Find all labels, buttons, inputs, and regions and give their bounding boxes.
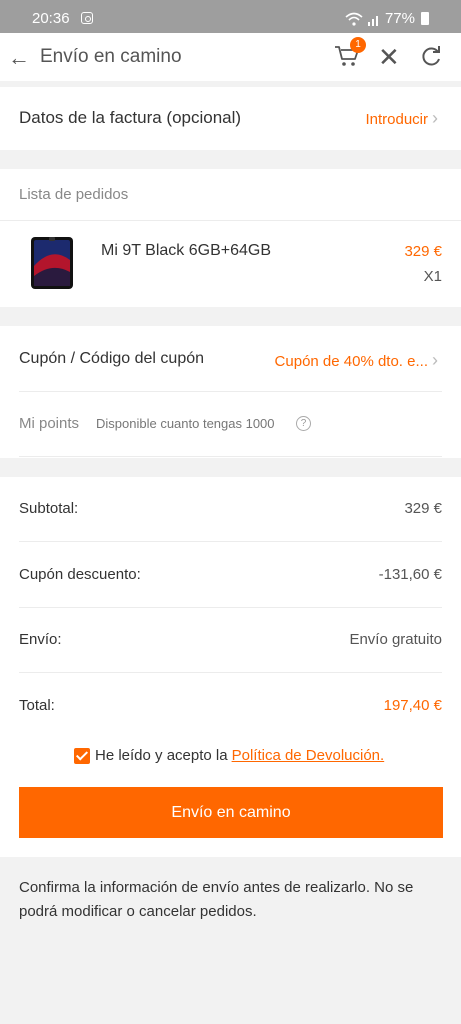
- wifi-icon: [345, 12, 363, 26]
- back-arrow-icon[interactable]: ←: [8, 45, 30, 71]
- product-quantity: X1: [423, 268, 442, 285]
- coupon-label: Cupón / Código del cupón: [19, 350, 205, 367]
- refresh-icon[interactable]: [420, 46, 442, 68]
- signal-icon: [367, 15, 378, 26]
- status-bar: 20:36 77%: [0, 0, 461, 33]
- chevron-right-icon: ›: [432, 108, 438, 128]
- mi-points-info: Disponible cuanto tengas 1000: [96, 416, 275, 431]
- summary-label: Total:: [19, 697, 55, 714]
- battery-percent: 77%: [384, 10, 415, 27]
- invoice-section[interactable]: Datos de la factura (opcional) Introduci…: [0, 87, 461, 150]
- divider: [0, 220, 461, 221]
- summary-value: 329 €: [404, 500, 442, 517]
- agree-row: He leído y acepto la Política de Devoluc…: [74, 747, 384, 764]
- summary-value: Envío gratuito: [349, 631, 442, 648]
- coupon-value: Cupón de 40% dto. e...: [274, 353, 428, 370]
- coupon-selector[interactable]: Cupón de 40% dto. e... ›: [275, 350, 438, 371]
- agree-text: He leído y acepto la: [95, 747, 228, 764]
- checkbox-checked-icon[interactable]: [74, 747, 90, 764]
- invoice-enter-link[interactable]: Introducir ›: [365, 108, 438, 129]
- battery-icon: [421, 12, 429, 25]
- instagram-icon: [81, 12, 93, 24]
- status-icons: 77%: [345, 10, 429, 27]
- product-image: [31, 237, 73, 289]
- order-list-heading: Lista de pedidos: [19, 186, 129, 203]
- divider: [19, 541, 442, 542]
- submit-order-button[interactable]: Envío en camino: [19, 787, 443, 838]
- help-icon[interactable]: ?: [296, 416, 311, 431]
- summary-label: Envío:: [19, 631, 62, 648]
- invoice-label: Datos de la factura (opcional): [19, 108, 242, 127]
- coupon-section: Cupón / Código del cupón Cupón de 40% dt…: [0, 326, 461, 458]
- mi-points-label: Mi points: [19, 415, 80, 432]
- product-price: 329 €: [404, 243, 442, 260]
- close-icon[interactable]: ✕: [378, 42, 400, 73]
- shipping-notice: Confirma la información de envío antes d…: [19, 879, 414, 920]
- divider: [19, 607, 442, 608]
- top-header: ← Envío en camino 1 ✕: [0, 33, 461, 81]
- divider: [19, 456, 442, 457]
- divider: [19, 672, 442, 673]
- return-policy-link[interactable]: Política de Devolución.: [232, 747, 385, 764]
- summary-label: Cupón descuento:: [19, 566, 141, 583]
- summary-value: -131,60 €: [378, 566, 442, 583]
- summary-label: Subtotal:: [19, 500, 79, 517]
- divider: [19, 391, 442, 392]
- invoice-action-label: Introducir: [365, 111, 428, 128]
- total-value: 197,40 €: [383, 697, 442, 714]
- chevron-right-icon: ›: [432, 350, 438, 370]
- status-time: 20:36: [32, 10, 70, 27]
- product-name: Mi 9T Black 6GB+64GB: [101, 242, 271, 259]
- page-title: Envío en camino: [40, 46, 182, 67]
- cart-count-badge: 1: [350, 37, 366, 53]
